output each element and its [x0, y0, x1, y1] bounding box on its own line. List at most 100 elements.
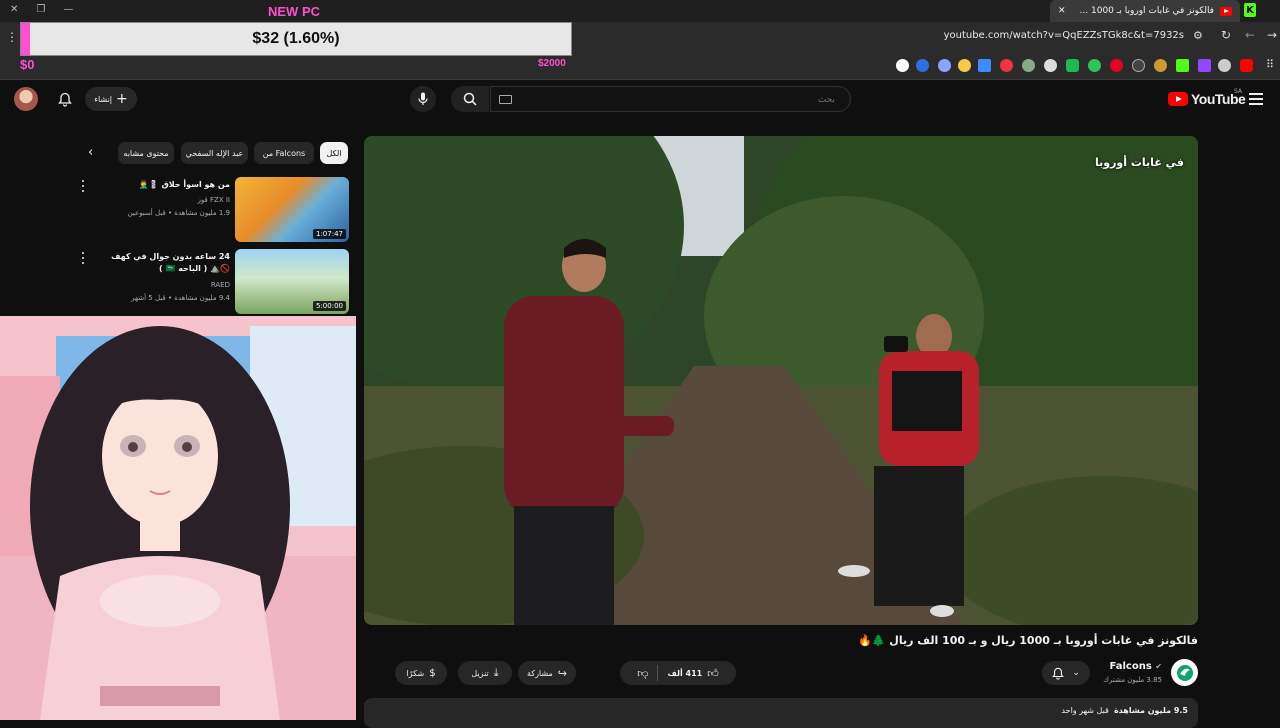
bookmark-icon[interactable]	[1088, 59, 1101, 72]
bookmark-icon[interactable]	[1240, 59, 1253, 72]
hamburger-menu-icon[interactable]	[1249, 93, 1263, 105]
goal-title: NEW PC	[268, 4, 320, 19]
forward-icon[interactable]: →	[1267, 28, 1277, 42]
recommendation-thumbnail[interactable]: 1:07:47	[235, 177, 349, 242]
channel-avatar[interactable]	[1171, 659, 1198, 686]
site-settings-icon[interactable]: ⚙	[1193, 29, 1203, 42]
recommendation-meta: 9.4 مليون مشاهدة • قبل 5 أشهر	[131, 294, 230, 302]
browser-tab-active[interactable]: فالكونز في غابات أوروبا بـ 1000 ... ✕	[1050, 0, 1240, 22]
search-icon	[463, 92, 477, 106]
thanks-button[interactable]: $ شكرًا	[395, 661, 447, 685]
create-label: إنشاء	[94, 94, 113, 104]
url-field[interactable]: youtube.com/watch?v=QqEZZsTGk8c&t=7932s	[944, 30, 1184, 41]
recommendation-menu-icon[interactable]	[80, 180, 86, 192]
chevron-down-icon: ⌄	[1072, 668, 1080, 678]
download-label: تنزيل	[471, 668, 489, 678]
like-count: 411 ألف	[667, 668, 703, 678]
tab-close-icon[interactable]: ✕	[1058, 6, 1066, 16]
video-player[interactable]: في غابات أوروبا	[364, 136, 1198, 625]
download-icon: ⤓	[493, 666, 499, 679]
video-overlay-logo: في غابات أوروبا	[1095, 156, 1184, 169]
k-favicon-icon[interactable]: K	[1244, 3, 1256, 17]
share-button[interactable]: ↪ مشاركة	[518, 661, 576, 685]
bookmark-icon[interactable]	[896, 59, 909, 72]
channel-name[interactable]: ✔ Falcons	[1110, 661, 1162, 672]
minimize-window-icon[interactable]: —	[63, 4, 73, 15]
view-count: 9.5 مليون مشاهدة	[1113, 706, 1188, 715]
thanks-icon: $	[429, 667, 436, 679]
plus-icon: +	[116, 91, 128, 107]
recommendation-thumbnail[interactable]: 5:00:00	[235, 249, 349, 314]
chip-similar-content[interactable]: محتوى مشابه	[118, 142, 174, 164]
notifications-button[interactable]	[55, 89, 75, 109]
bookmark-icon[interactable]	[978, 59, 991, 72]
close-window-icon[interactable]: ✕	[10, 4, 18, 15]
more-bookmarks-icon[interactable]: ⠿	[1266, 58, 1274, 71]
description-box[interactable]: 9.5 مليون مشاهدة قبل شهر واحد	[364, 698, 1198, 728]
restore-window-icon[interactable]: ❐	[36, 4, 45, 15]
bookmark-icon[interactable]	[1218, 59, 1231, 72]
goal-min-label: $0	[20, 57, 35, 72]
video-title: فالكونز في غابات أوروبا بـ 1000 ريال و ب…	[858, 634, 1198, 647]
chip-from-falcons[interactable]: من Falcons	[254, 142, 314, 164]
chips-prev-icon[interactable]: ‹	[88, 145, 93, 160]
bookmark-icon[interactable]	[1110, 59, 1123, 72]
menu-dots-icon[interactable]: ⋮	[6, 30, 18, 44]
thanks-label: شكرًا	[406, 668, 425, 678]
window-controls: ✕ ❐ —	[10, 4, 73, 15]
description-meta: 9.5 مليون مشاهدة قبل شهر واحد	[1061, 706, 1188, 715]
goal-max-label: $2000	[538, 58, 566, 69]
subscribed-button[interactable]: ⌄	[1042, 661, 1090, 685]
upload-date: قبل شهر واحد	[1061, 706, 1109, 715]
bookmark-icon[interactable]	[958, 59, 971, 72]
vtuber-overlay	[0, 316, 356, 720]
bookmark-icon[interactable]	[1066, 59, 1079, 72]
thumbs-up-icon: 👍︎	[707, 666, 719, 680]
video-frame	[364, 136, 1198, 625]
recommendation-title[interactable]: من هو اسوأ حلاق 💈🤦‍♂️	[100, 179, 230, 191]
recommendation-channel[interactable]: RAED	[100, 280, 230, 291]
goal-progress-bar: $32 (1.60%)	[20, 22, 572, 56]
bookmark-icon[interactable]	[1000, 59, 1013, 72]
chip-abdulilah[interactable]: عبد الإله السفحي	[181, 142, 248, 164]
microphone-icon	[418, 92, 428, 105]
search-box	[490, 86, 851, 112]
create-button[interactable]: + إنشاء	[85, 87, 137, 111]
vtuber-avatar-image	[0, 316, 356, 720]
recommendation-title[interactable]: 24 ساعه بدون جوال في كهف 🚫⛰️ ( الباحه 🇸🇦…	[100, 251, 230, 275]
reload-icon[interactable]: ↻	[1221, 28, 1231, 42]
youtube-favicon-icon	[1220, 6, 1232, 16]
bookmark-icon[interactable]	[938, 59, 951, 72]
like-button[interactable]: 👍︎ 411 ألف	[667, 667, 718, 680]
channel-subscribers: 3.85 مليون مشترك	[1103, 676, 1162, 684]
voice-search-button[interactable]	[410, 86, 436, 112]
bookmark-icon[interactable]	[1022, 59, 1035, 72]
verified-icon: ✔	[1155, 662, 1162, 671]
bookmark-icon[interactable]	[1176, 59, 1189, 72]
browser-tab-bar: ✕ ❐ — + فالكونز في غابات أوروبا بـ 1000 …	[0, 0, 1280, 22]
keyboard-icon[interactable]	[499, 95, 512, 104]
bell-icon	[58, 92, 72, 107]
bookmark-icon[interactable]	[1132, 59, 1145, 72]
recommendation-channel[interactable]: FZX II قوز	[100, 195, 230, 206]
bookmark-icon[interactable]	[916, 59, 929, 72]
share-label: مشاركة	[526, 668, 553, 678]
tab-title: فالكونز في غابات أوروبا بـ 1000 ...	[1079, 6, 1214, 16]
falcons-logo-icon	[1176, 664, 1193, 681]
dislike-button[interactable]: 👎︎	[637, 667, 648, 680]
recommendation-menu-icon[interactable]	[80, 252, 86, 264]
divider	[657, 665, 659, 681]
bookmark-icon[interactable]	[1044, 59, 1057, 72]
country-code: SA	[1234, 88, 1243, 95]
back-icon[interactable]: ←	[1245, 28, 1255, 42]
youtube-play-icon	[1168, 92, 1188, 106]
search-button[interactable]	[451, 86, 489, 112]
chip-all[interactable]: الكل	[320, 142, 348, 164]
download-button[interactable]: ⤓ تنزيل	[458, 661, 512, 685]
bookmark-icon[interactable]	[1154, 59, 1167, 72]
search-input[interactable]	[515, 91, 835, 109]
bookmark-icon[interactable]	[1198, 59, 1211, 72]
video-duration: 1:07:47	[313, 229, 346, 239]
share-icon: ↪	[557, 666, 568, 680]
account-avatar[interactable]	[14, 87, 38, 111]
